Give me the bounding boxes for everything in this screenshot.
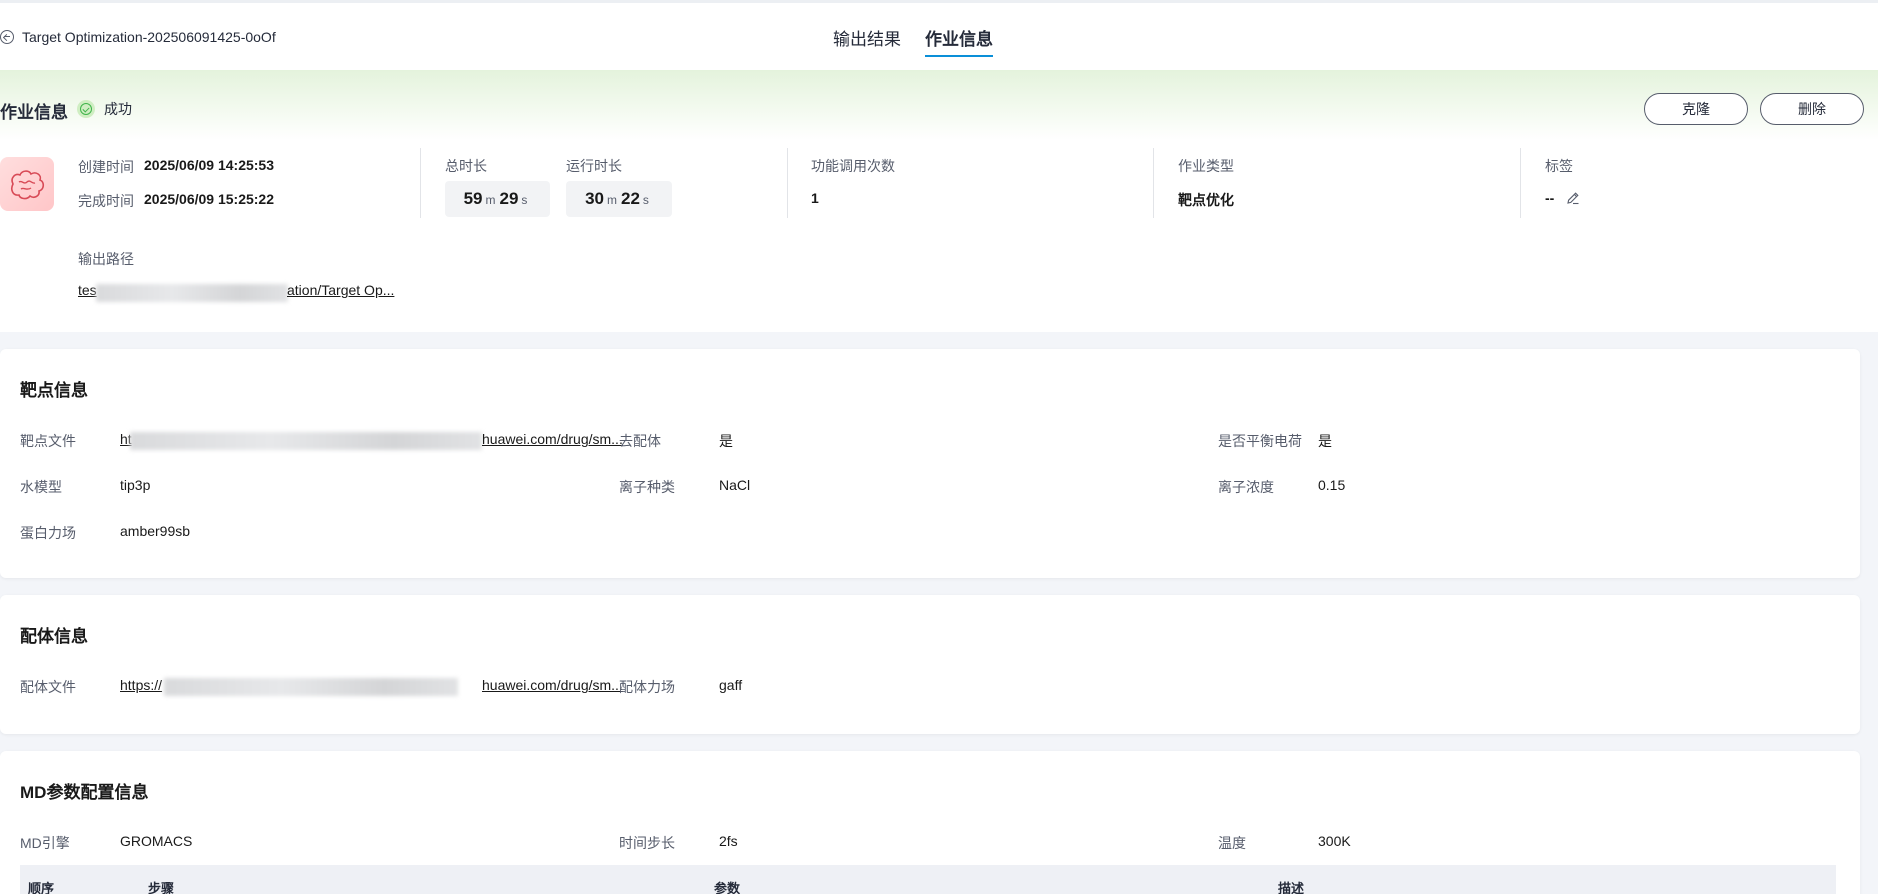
divider (420, 148, 421, 218)
temperature-label: 温度 (1218, 835, 1246, 851)
md-params-card: MD参数配置信息 MD引擎 GROMACS 时间步长 2fs 温度 300K 顺… (0, 751, 1860, 894)
temperature-value: 300K (1318, 833, 1351, 849)
water-model-label: 水模型 (20, 479, 62, 495)
divider (787, 148, 788, 218)
clone-button[interactable]: 克隆 (1644, 93, 1748, 125)
edit-tag-icon[interactable] (1566, 191, 1580, 205)
balance-charge-value: 是 (1318, 433, 1332, 449)
time-step-label: 时间步长 (619, 835, 675, 851)
tab-output-results[interactable]: 输出结果 (833, 25, 901, 57)
protein-forcefield-value: amber99sb (120, 523, 191, 539)
back-arrow-icon[interactable] (0, 30, 14, 44)
md-steps-table-header: 顺序 步骤 参数 描述 (20, 865, 1836, 894)
top-bar: Target Optimization-202506091425-0oOf 输出… (0, 0, 1878, 70)
water-model-value: tip3p (120, 477, 151, 493)
target-file-link[interactable]: ht huawei.com/drug/sm... (120, 431, 623, 451)
ligand-info-card: 配体信息 配体文件 https:// huawei.com/drug/sm...… (0, 595, 1860, 734)
tab-bar: 输出结果 作业信息 (833, 25, 1017, 57)
ion-concentration-value: 0.15 (1318, 477, 1346, 493)
status-text: 成功 (104, 101, 132, 117)
redacted-mask (130, 432, 482, 450)
ion-concentration-label: 离子浓度 (1218, 479, 1274, 495)
total-duration-value: 59 m 29 s (445, 181, 550, 217)
back-button[interactable]: Target Optimization-202506091425-0oOf (0, 29, 276, 45)
status-badge: 成功 (77, 99, 132, 119)
target-file-label: 靶点文件 (20, 433, 76, 449)
tab-job-info[interactable]: 作业信息 (925, 25, 993, 57)
column-header-description[interactable]: 描述 (1278, 878, 1304, 894)
column-header-params[interactable]: 参数 (714, 878, 740, 894)
ion-type-value: NaCl (719, 477, 751, 493)
column-header-order[interactable]: 顺序 (28, 878, 54, 894)
divider (1520, 148, 1521, 218)
remove-ligand-value: 是 (719, 433, 733, 449)
tag-value: -- (1545, 190, 1555, 206)
job-info-section: 作业信息 成功 克隆 删除 创建时间 2025/06/09 14:25:53 完… (0, 70, 1878, 332)
function-calls-label: 功能调用次数 (811, 158, 895, 174)
created-time-value: 2025/06/09 14:25:53 (144, 157, 274, 173)
ligand-forcefield-value: gaff (719, 677, 743, 693)
finished-time-value: 2025/06/09 15:25:22 (144, 191, 274, 207)
md-engine-value: GROMACS (120, 833, 193, 849)
ligand-file-link[interactable]: https:// huawei.com/drug/sm... (120, 677, 623, 697)
redacted-mask (164, 678, 458, 696)
md-engine-label: MD引擎 (20, 835, 70, 851)
output-path-label: 输出路径 (78, 251, 134, 267)
target-info-title: 靶点信息 (20, 381, 88, 400)
protein-forcefield-label: 蛋白力场 (20, 525, 76, 541)
ligand-info-title: 配体信息 (20, 627, 88, 646)
ion-type-label: 离子种类 (619, 479, 675, 495)
redacted-mask (96, 284, 288, 302)
success-check-icon (77, 100, 95, 118)
remove-ligand-label: 去配体 (619, 433, 661, 449)
run-duration-label: 运行时长 (566, 158, 622, 174)
job-type-icon (0, 157, 54, 211)
status-banner: 作业信息 成功 克隆 删除 (0, 70, 1878, 140)
job-info-title: 作业信息 (0, 103, 68, 122)
job-type-value: 靶点优化 (1178, 192, 1234, 208)
target-info-card: 靶点信息 靶点文件 ht huawei.com/drug/sm... 去配体 是… (0, 349, 1860, 578)
column-header-step[interactable]: 步骤 (148, 878, 174, 894)
created-time-label: 创建时间 (78, 159, 134, 175)
divider (1153, 148, 1154, 218)
md-params-title: MD参数配置信息 (20, 783, 149, 802)
job-name-title: Target Optimization-202506091425-0oOf (22, 29, 276, 45)
balance-charge-label: 是否平衡电荷 (1218, 433, 1302, 449)
output-path-link[interactable]: tes ation/Target Op... (78, 282, 398, 302)
delete-button[interactable]: 删除 (1760, 93, 1864, 125)
time-step-value: 2fs (719, 833, 738, 849)
total-duration-label: 总时长 (445, 158, 487, 174)
function-calls-value: 1 (811, 190, 819, 206)
finished-time-label: 完成时间 (78, 193, 134, 209)
job-type-label: 作业类型 (1178, 158, 1234, 174)
run-duration-value: 30 m 22 s (566, 181, 672, 217)
ligand-file-label: 配体文件 (20, 679, 76, 695)
ligand-forcefield-label: 配体力场 (619, 679, 675, 695)
tag-label: 标签 (1545, 158, 1573, 174)
